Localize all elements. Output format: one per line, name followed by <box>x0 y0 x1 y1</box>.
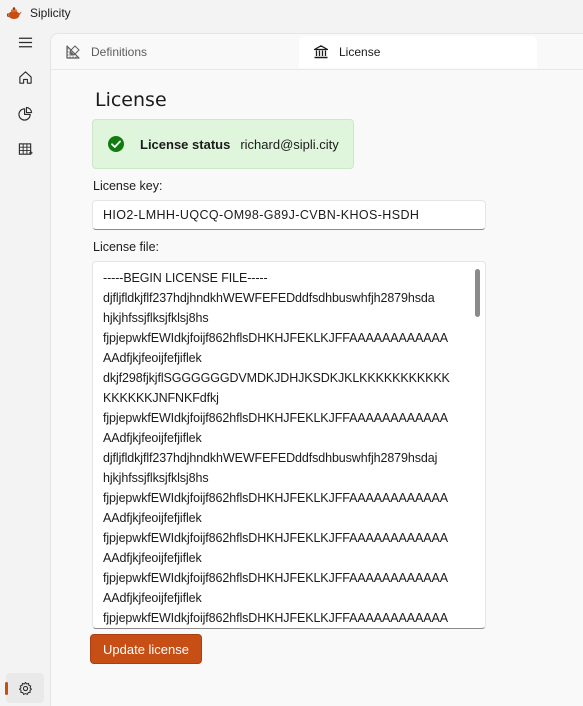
update-license-button[interactable]: Update license <box>90 634 202 664</box>
title-bar: Siplicity <box>0 0 583 26</box>
nav-table-button[interactable] <box>6 134 44 164</box>
nav-home-button[interactable] <box>6 62 44 92</box>
license-file-line: fjpjepwkfEWIdkjfoijf862hflsDHKHJFEKLKJFF… <box>103 611 448 625</box>
tab-bar: Definitions License <box>51 34 583 70</box>
tab-definitions[interactable]: Definitions <box>51 36 251 68</box>
pie-chart-icon <box>17 106 32 121</box>
license-file-line: fjpjepwkfEWIdkjfoijf862hflsDHKHJFEKLKJFF… <box>103 571 448 585</box>
tab-license-label: License <box>339 45 381 59</box>
license-key-input[interactable] <box>92 200 486 230</box>
home-icon <box>18 70 32 84</box>
main-content: Definitions License License License stat… <box>50 33 583 706</box>
hamburger-menu-icon <box>18 37 32 47</box>
license-file-line: AAdfjkjfeoijfefjiflek <box>103 351 202 365</box>
check-circle-icon <box>108 136 124 152</box>
license-file-line: AAdfjkjfeoijfefjiflek <box>103 511 202 525</box>
license-file-label: License file: <box>93 240 160 254</box>
license-file-line: AAdfjkjfeoijfefjiflek <box>103 551 202 565</box>
tab-definitions-label: Definitions <box>91 45 148 59</box>
license-status-box: License status richard@sipli.city <box>92 119 354 169</box>
license-key-label: License key: <box>93 179 163 193</box>
bank-building-icon <box>313 45 329 59</box>
license-file-line: AAdfjkjfeoijfefjiflek <box>103 591 202 605</box>
license-file-line: AAdfjkjfeoijfefjiflek <box>103 431 202 445</box>
table-icon <box>18 142 33 155</box>
tab-license[interactable]: License <box>299 36 537 68</box>
navigation-rail <box>0 26 50 706</box>
settings-gear-icon <box>18 681 32 695</box>
app-title: Siplicity <box>30 6 71 20</box>
license-file-line: djfljfldkjflf237hdjhndkhWEWFEFEDddfsdhbu… <box>103 291 435 305</box>
nav-menu-button[interactable] <box>6 27 44 57</box>
license-file-line: hjkjhfssjflksjfklsj8hs <box>103 471 209 485</box>
selection-indicator <box>5 682 8 695</box>
license-file-line: hjkjhfssjflksjfklsj8hs <box>103 311 209 325</box>
license-file-textarea[interactable]: -----BEGIN LICENSE FILE----- djfljfldkjfl… <box>92 261 486 629</box>
nav-settings-button[interactable] <box>5 673 44 703</box>
license-status-label: License status <box>140 136 231 152</box>
license-file-line: fjpjepwkfEWIdkjfoijf862hflsDHKHJFEKLKJFF… <box>103 411 448 425</box>
license-file-line: -----BEGIN LICENSE FILE----- <box>103 271 268 285</box>
license-file-line: KKKKKKJNFNKFdfkj <box>103 391 219 405</box>
nav-charts-button[interactable] <box>6 98 44 128</box>
teapot-logo-icon <box>6 5 22 21</box>
license-file-line: fjpjepwkfEWIdkjfoijf862hflsDHKHJFEKLKJFF… <box>103 531 448 545</box>
license-file-line: djfljfldkjflf237hdjhndkhWEWFEFEDddfsdhbu… <box>103 451 438 465</box>
license-file-line: fjpjepwkfEWIdkjfoijf862hflsDHKHJFEKLKJFF… <box>103 491 448 505</box>
license-file-line: fjpjepwkfEWIdkjfoijf862hflsDHKHJFEKLKJFF… <box>103 331 448 345</box>
license-file-line: dkjf298fjkjflSGGGGGGDVMDKJDHJKSDKJKLKKKK… <box>103 371 450 385</box>
ruler-triangle-icon <box>66 45 80 59</box>
license-status-value: richard@sipli.city <box>240 136 339 152</box>
license-file-content: -----BEGIN LICENSE FILE----- djfljfldkjfl… <box>103 268 481 628</box>
page-title: License <box>95 89 167 111</box>
vertical-scrollbar[interactable] <box>475 269 480 317</box>
